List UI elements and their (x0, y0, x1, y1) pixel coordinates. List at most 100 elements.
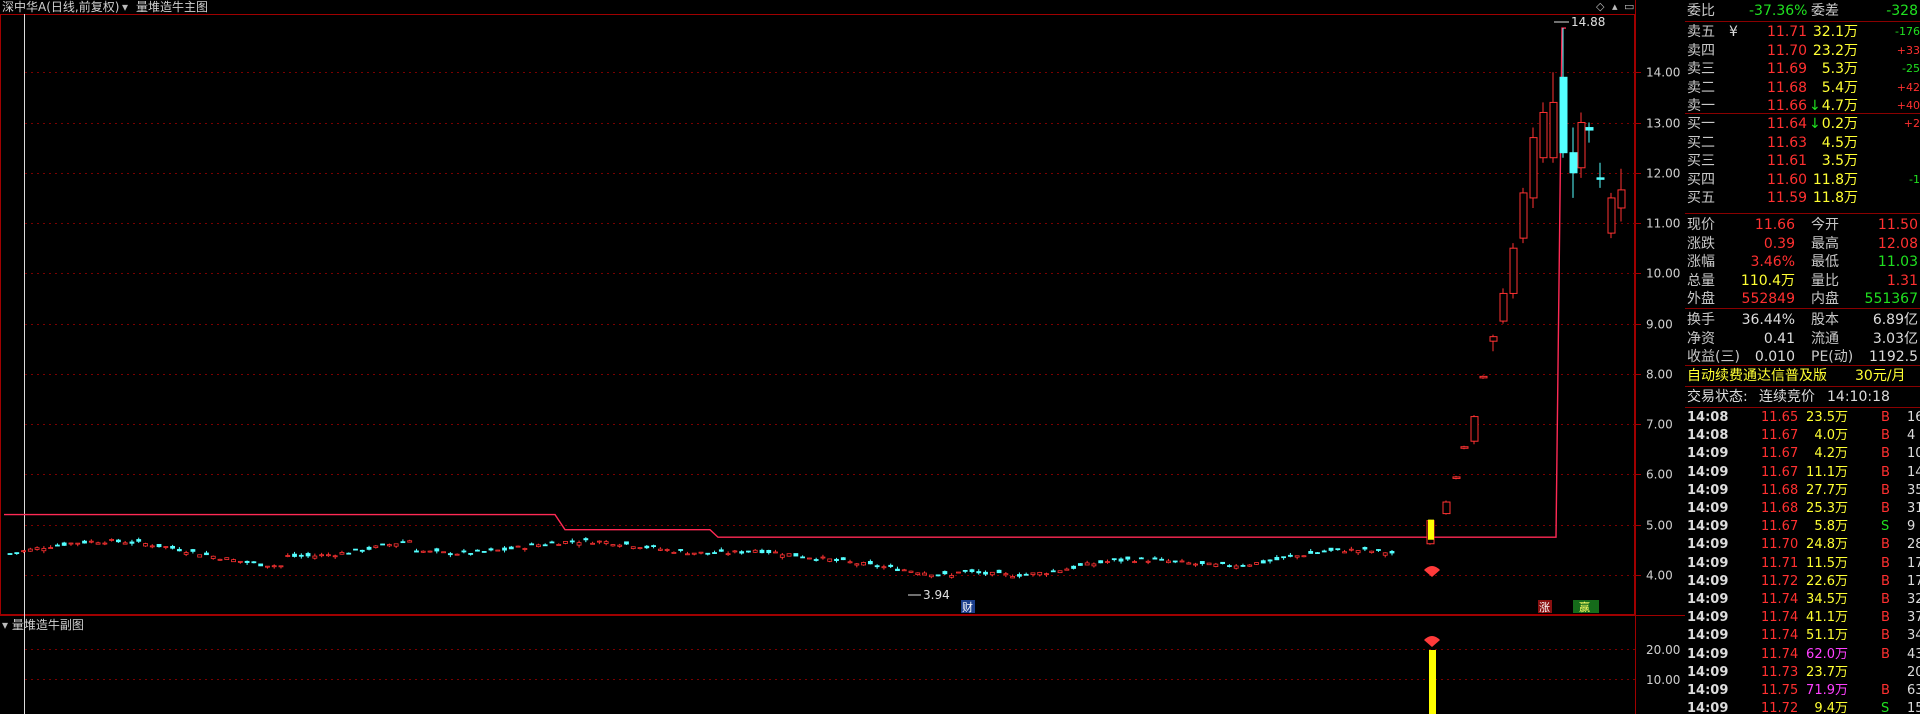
buy-level-1[interactable]: 买一 11.64 ↓ 0.2万 +2 (1685, 115, 1920, 133)
candle[interactable] (867, 561, 873, 565)
candle[interactable] (68, 542, 74, 545)
candle[interactable] (1499, 292, 1508, 322)
candle[interactable] (610, 544, 616, 547)
candle[interactable] (698, 551, 704, 554)
candle[interactable] (149, 545, 155, 548)
tick-row[interactable]: 14:09 11.68 25.3万 B 31 (1685, 500, 1920, 518)
tick-row[interactable]: 14:09 11.73 23.7万 20 (1685, 664, 1920, 682)
candle[interactable] (183, 552, 189, 555)
candle[interactable] (969, 569, 975, 572)
candle[interactable] (657, 548, 663, 551)
candle[interactable] (1240, 565, 1246, 567)
candle[interactable] (7, 553, 13, 555)
candle[interactable] (339, 552, 345, 555)
candle[interactable] (61, 542, 67, 546)
candle[interactable] (1559, 76, 1568, 154)
candle[interactable] (1172, 560, 1178, 563)
candle[interactable] (901, 569, 907, 572)
candle[interactable] (922, 572, 927, 576)
candle[interactable] (251, 561, 257, 564)
candle[interactable] (861, 562, 866, 566)
candle[interactable] (746, 550, 751, 553)
candle[interactable] (1213, 563, 1219, 567)
tick-row[interactable]: 14:09 11.74 51.1万 B 34 (1685, 627, 1920, 645)
candle[interactable] (434, 548, 440, 552)
candle[interactable] (1294, 555, 1300, 558)
candle[interactable] (949, 575, 955, 578)
up-arrow-icon[interactable]: ▴ (1612, 0, 1618, 14)
buy-level-3[interactable]: 买三 11.61 3.5万 (1685, 152, 1920, 170)
candle[interactable] (373, 545, 379, 548)
candle[interactable] (800, 556, 806, 559)
candle[interactable] (508, 546, 514, 550)
candle[interactable] (1111, 558, 1117, 561)
candle[interactable] (1227, 565, 1232, 567)
candle[interactable] (454, 553, 460, 556)
candle[interactable] (529, 543, 535, 546)
candle[interactable] (1044, 573, 1049, 576)
promo-row[interactable]: 自动续费通达信普及版 30元/月 (1685, 367, 1920, 387)
candle[interactable] (1064, 568, 1070, 571)
candle[interactable] (305, 553, 311, 557)
candle[interactable] (895, 568, 900, 572)
candle[interactable] (664, 549, 670, 551)
candle[interactable] (156, 543, 162, 548)
candle[interactable] (617, 544, 623, 547)
candle[interactable] (14, 552, 20, 555)
candle[interactable] (1077, 563, 1083, 566)
kline-chart[interactable]: 14.00 13.00 12.00 11.00 10.00 9.00 8.00 7.00 6.0… (0, 0, 1685, 714)
candle[interactable] (1152, 557, 1158, 560)
promo-text[interactable]: 自动续费通达信普及版 (1687, 367, 1827, 385)
candle[interactable] (1328, 547, 1334, 551)
candle[interactable] (237, 560, 243, 563)
candle[interactable] (1118, 558, 1124, 562)
candle[interactable] (820, 556, 826, 559)
candle[interactable] (1287, 554, 1293, 557)
candle[interactable] (475, 549, 480, 552)
candle[interactable] (502, 547, 507, 551)
candle[interactable] (41, 548, 47, 552)
tick-list[interactable]: 14:08 11.65 23.5万 B 16 14:08 11.67 4.0万 B 4 14:09 1… (1685, 409, 1920, 714)
window-menu-icon[interactable]: ▭ (1624, 0, 1634, 14)
candle[interactable] (549, 541, 555, 544)
candle[interactable] (380, 543, 385, 546)
tick-row[interactable]: 14:09 11.67 11.1万 B 14 (1685, 464, 1920, 482)
candle[interactable] (1037, 571, 1043, 576)
stock-name[interactable]: 深中华A(日线,前复权) (2, 0, 119, 14)
candle[interactable] (1199, 561, 1205, 565)
candle[interactable] (366, 546, 372, 550)
candle[interactable] (759, 549, 765, 554)
candle[interactable] (806, 557, 812, 560)
candle[interactable] (942, 571, 948, 575)
candle[interactable] (122, 542, 128, 545)
candle[interactable] (874, 565, 880, 568)
candle[interactable] (1369, 550, 1375, 553)
candle[interactable] (522, 548, 528, 550)
candle[interactable] (1071, 565, 1076, 569)
candle[interactable] (285, 555, 291, 557)
candle[interactable] (488, 548, 494, 551)
candle[interactable] (576, 542, 582, 546)
candle[interactable] (1179, 560, 1185, 563)
promo-price[interactable]: 30元/月 (1855, 367, 1906, 385)
candle[interactable] (129, 541, 135, 544)
candle[interactable] (1084, 562, 1090, 566)
candle[interactable] (766, 549, 772, 554)
tick-row[interactable]: 14:09 11.67 4.2万 B 10 (1685, 445, 1920, 463)
candle[interactable] (1321, 550, 1327, 553)
sub-indicator-name[interactable]: 量堆造牛副图 (12, 618, 84, 632)
sell-level-2[interactable]: 卖四 11.70 23.2万 +33 (1685, 42, 1920, 60)
order-book[interactable]: 卖五 ¥11.71 32.1万 -176 卖四 11.70 23.2万 +33 卖三 11.69 5… (1685, 23, 1920, 223)
candle[interactable] (854, 563, 860, 566)
candle[interactable] (705, 552, 711, 555)
tick-row[interactable]: 14:09 11.74 41.1万 B 37 (1685, 609, 1920, 627)
candles[interactable] (7, 28, 1626, 579)
candle[interactable] (1125, 556, 1131, 560)
candle[interactable] (779, 554, 785, 558)
candle[interactable] (400, 541, 406, 544)
candle[interactable] (1308, 550, 1314, 554)
candle[interactable] (996, 569, 1002, 574)
candle[interactable] (468, 553, 474, 555)
candle[interactable] (386, 544, 392, 547)
candle[interactable] (915, 572, 921, 575)
